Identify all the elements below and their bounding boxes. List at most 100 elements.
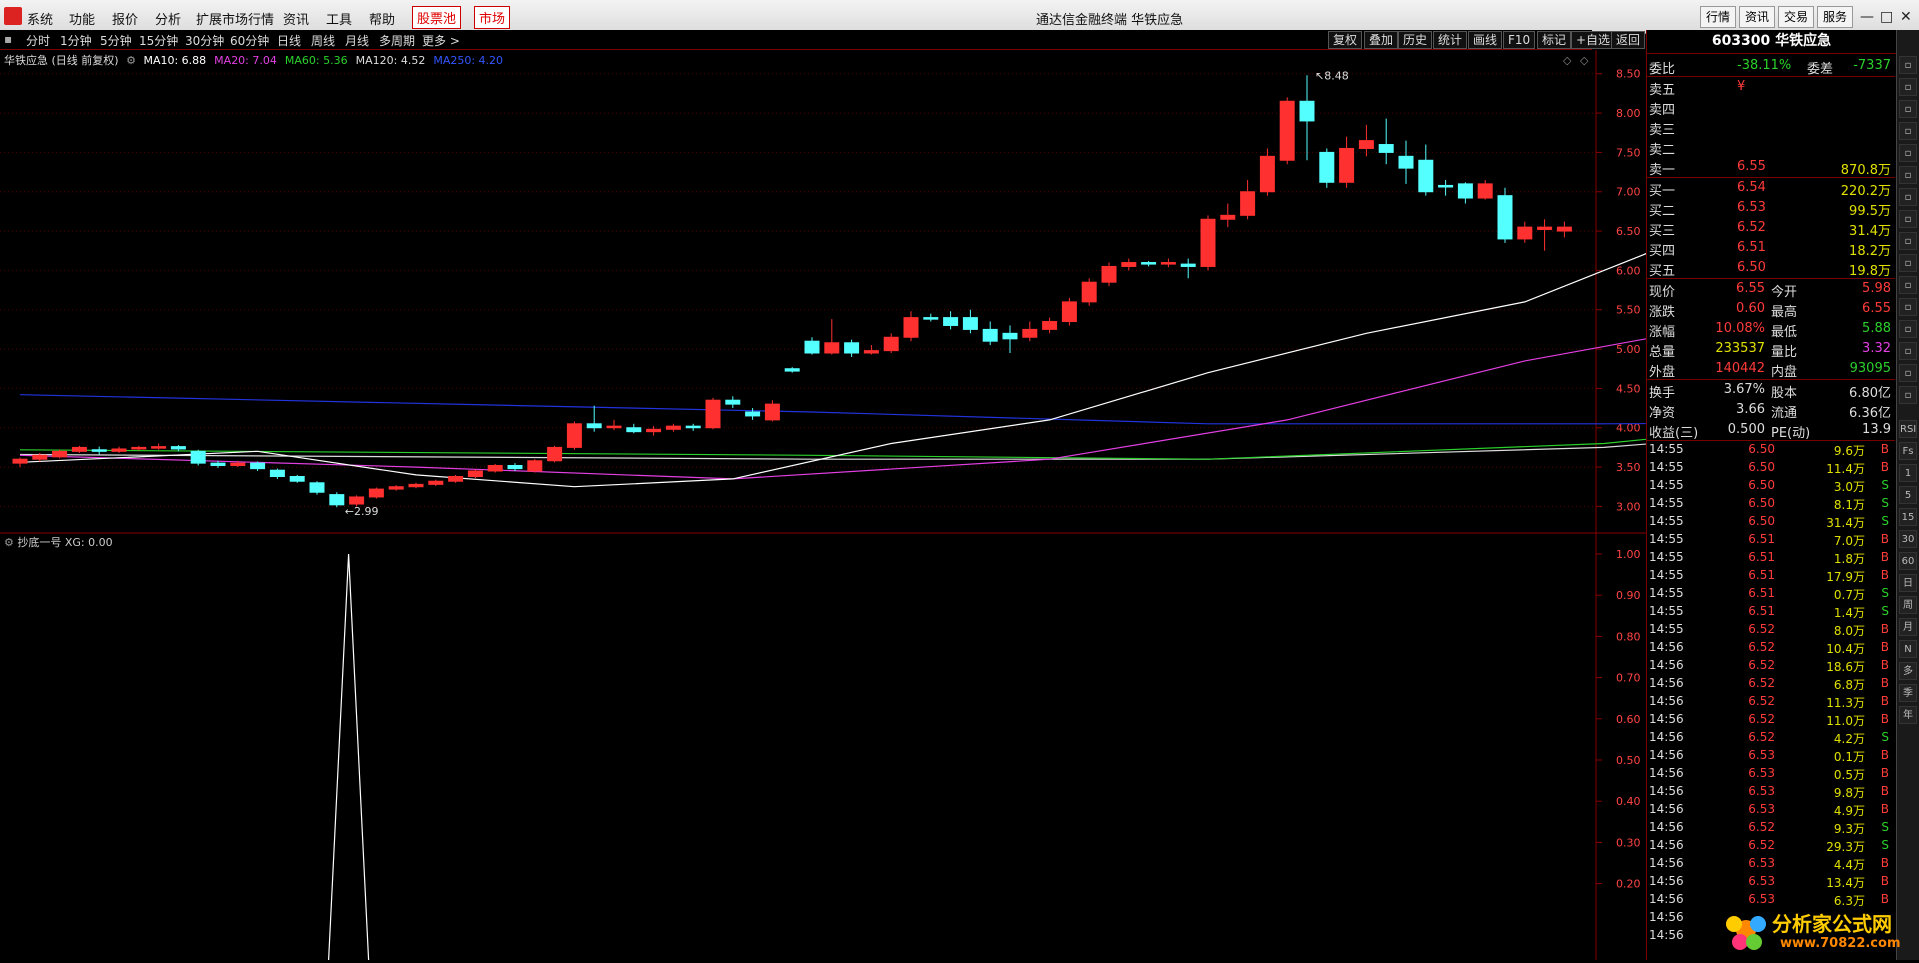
ind-tick-label: 0.90 (1616, 589, 1641, 602)
menu-tools[interactable]: 工具 (326, 9, 352, 28)
period-tab-intraday[interactable]: 分时 (26, 32, 50, 49)
sb-grid-icon[interactable]: ▫ (1899, 56, 1917, 74)
sidebar-period-button[interactable]: 年 (1899, 706, 1917, 724)
sidebar-period-button[interactable]: RSI (1899, 420, 1917, 438)
sb-arrow-icon[interactable]: ▫ (1899, 78, 1917, 96)
period-tab-30min[interactable]: 30分钟 (185, 32, 224, 49)
sb-list-icon[interactable]: ▫ (1899, 100, 1917, 118)
sidebar-period-button[interactable]: 多 (1899, 662, 1917, 680)
sb-page-icon[interactable]: ▫ (1899, 166, 1917, 184)
period-tab-multi[interactable]: 多周期 (379, 32, 415, 49)
candle (943, 311, 959, 330)
ask-row: 卖四 (1647, 97, 1895, 118)
price-tick-label: 8.50 (1616, 68, 1641, 81)
menu-toggle-icon[interactable]: ▪ (4, 32, 12, 46)
sb-cube-icon[interactable]: ▫ (1899, 232, 1917, 250)
tick-row: 14:55 6.50 31.4万 S (1647, 513, 1895, 531)
mark-button[interactable]: 标记 (1537, 31, 1572, 49)
candle-body (1438, 184, 1454, 188)
period-tab-5min[interactable]: 5分钟 (100, 32, 132, 49)
weibi-label: 委比 (1649, 62, 1676, 77)
sb-table-icon[interactable]: ▫ (1899, 122, 1917, 140)
chart-corner-icon[interactable]: ◇ (1563, 54, 1572, 67)
sb-chart-icon[interactable]: ▫ (1899, 144, 1917, 162)
menu-function[interactable]: 功能 (69, 9, 95, 28)
fund-value: 3.66 (1736, 402, 1765, 417)
period-tab-more[interactable]: 更多 > (422, 32, 460, 49)
period-tab-monthly[interactable]: 月线 (345, 32, 369, 49)
market-button[interactable]: 市场 (474, 6, 511, 29)
f10-button[interactable]: F10 (1503, 31, 1536, 49)
trade-button[interactable]: 交易 (1778, 6, 1814, 28)
sidebar-period-button[interactable]: 30 (1899, 530, 1917, 548)
sb-f10-icon[interactable]: ▫ (1899, 254, 1917, 272)
menu-ext-market[interactable]: 扩展市场行情 (196, 9, 274, 28)
period-tab-60min[interactable]: 60分钟 (230, 32, 269, 49)
menu-help[interactable]: 帮助 (369, 9, 395, 28)
sidebar-period-button[interactable]: 15 (1899, 508, 1917, 526)
period-tab-1min[interactable]: 1分钟 (60, 32, 92, 49)
candle-body-fill (1220, 215, 1235, 220)
menu-quote[interactable]: 报价 (112, 9, 138, 28)
sb-tool-icon[interactable]: ▫ (1899, 386, 1917, 404)
indicator-chart[interactable]: 1.00 0.90 0.80 0.70 0.60 0.50 0.40 0.30 0.20 (0, 534, 1646, 960)
period-tab-15min[interactable]: 15分钟 (139, 32, 178, 49)
sb-calc-icon[interactable]: ▫ (1899, 320, 1917, 338)
tick-time: 14:55 (1649, 478, 1684, 492)
sidebar-period-button[interactable]: 周 (1899, 596, 1917, 614)
sb-window-icon[interactable]: ▫ (1899, 276, 1917, 294)
tick-price: 6.50 (1748, 514, 1775, 528)
sidebar-period-button[interactable]: 60 (1899, 552, 1917, 570)
low-price-label: ←2.99 (345, 505, 379, 518)
tick-volume: 8.1万 (1833, 498, 1865, 512)
quotes-button[interactable]: 行情 (1700, 6, 1736, 28)
stats-button[interactable]: 统计 (1433, 31, 1468, 49)
candlestick-chart[interactable]: 8.508.007.507.006.506.005.505.004.504.00… (0, 50, 1646, 534)
tick-price: 6.52 (1748, 712, 1775, 726)
overlay-button[interactable]: 叠加 (1364, 31, 1399, 49)
candle (606, 419, 622, 431)
sidebar-period-button[interactable]: 5 (1899, 486, 1917, 504)
close-icon[interactable]: ✕ (1900, 9, 1912, 25)
candle (190, 449, 206, 466)
sidebar-period-button[interactable]: 日 (1899, 574, 1917, 592)
news-button[interactable]: 资讯 (1739, 6, 1775, 28)
bid-volume: 99.5万 (1849, 204, 1891, 219)
sidebar-period-button[interactable]: N (1899, 640, 1917, 658)
sidebar-period-button[interactable]: 月 (1899, 618, 1917, 636)
menu-news[interactable]: 资讯 (283, 9, 309, 28)
sb-flag-icon[interactable]: ▫ (1899, 342, 1917, 360)
candle (962, 309, 978, 334)
period-tab-daily[interactable]: 日线 (277, 32, 301, 49)
tick-volume: 4.2万 (1833, 732, 1865, 746)
fund-value: 0.500 (1727, 422, 1765, 437)
minimize-icon[interactable]: — (1860, 9, 1874, 25)
maximize-icon[interactable]: □ (1880, 9, 1893, 25)
sb-bars-icon[interactable]: ▫ (1899, 364, 1917, 382)
bid-volume: 220.2万 (1840, 184, 1891, 199)
service-button[interactable]: 服务 (1817, 6, 1853, 28)
menu-system[interactable]: 系统 (27, 9, 53, 28)
candle-body-fill (884, 337, 899, 351)
period-tab-weekly[interactable]: 周线 (311, 32, 335, 49)
sb-star-icon[interactable]: ▫ (1899, 298, 1917, 316)
candle-body-fill (1082, 282, 1097, 302)
sidebar-period-button[interactable]: 1 (1899, 464, 1917, 482)
bid-price: 6.54 (1737, 180, 1766, 195)
ma250-line (19, 394, 1646, 425)
sidebar-period-button[interactable]: 季 (1899, 684, 1917, 702)
fund-label: 收益(三) (1649, 426, 1699, 441)
menu-analysis[interactable]: 分析 (155, 9, 181, 28)
sb-doc-icon[interactable]: ▫ (1899, 188, 1917, 206)
sidebar-period-button[interactable]: Fs (1899, 442, 1917, 460)
stock-pool-button[interactable]: 股票池 (412, 6, 462, 29)
adjust-button[interactable]: 复权 (1328, 31, 1363, 49)
back-button[interactable]: 返回 (1611, 31, 1646, 49)
draw-button[interactable]: 画线 (1468, 31, 1503, 49)
history-button[interactable]: 历史 (1398, 31, 1433, 49)
chart-scale-icon[interactable]: ◇ (1580, 54, 1589, 67)
tick-side: B (1880, 802, 1889, 816)
candle (725, 396, 741, 409)
sb-news-icon[interactable]: ▫ (1899, 210, 1917, 228)
add-watchlist-button[interactable]: +自选 (1571, 31, 1616, 49)
